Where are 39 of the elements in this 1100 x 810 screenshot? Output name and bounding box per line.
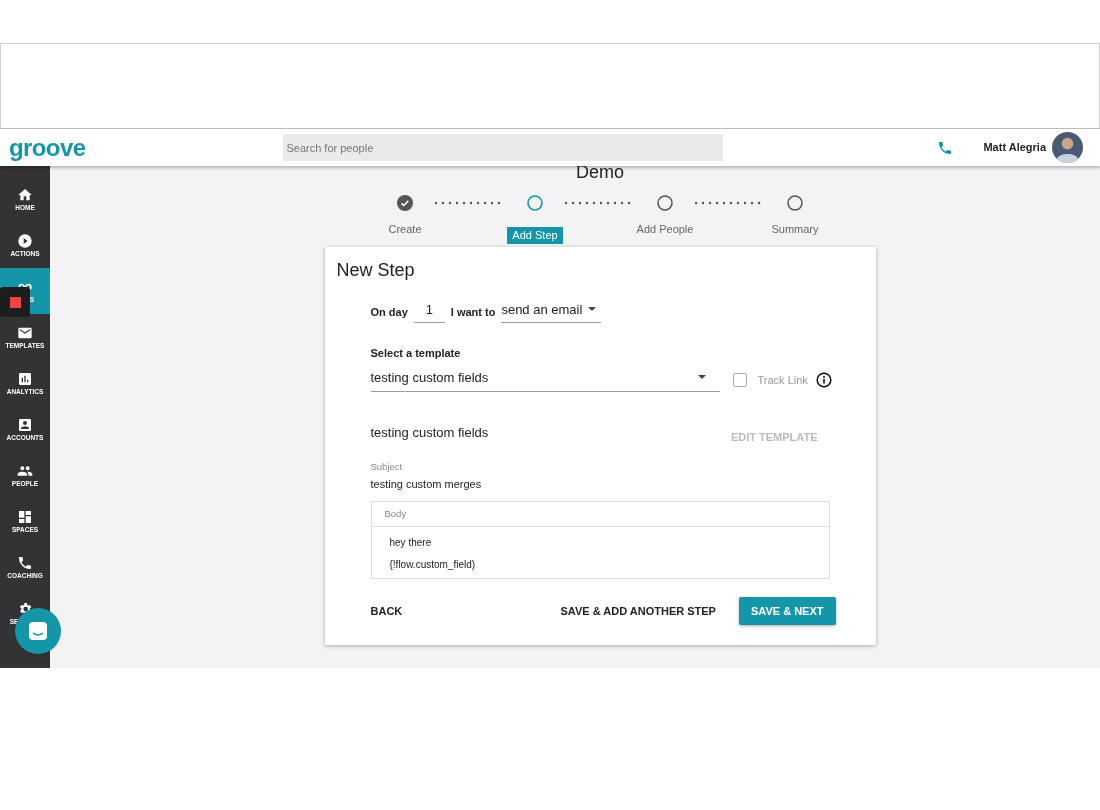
card-title: New Step <box>336 261 416 279</box>
info-icon[interactable] <box>815 371 832 388</box>
contact-card-icon <box>17 416 33 433</box>
subject-label: Subject <box>370 459 404 474</box>
subject-text: testing custom merges <box>370 476 483 492</box>
phone-icon <box>17 554 33 571</box>
user-name[interactable]: Matt Alegria <box>983 139 1046 156</box>
caret-icon <box>588 307 597 312</box>
track-link-label: Track Link <box>757 372 808 388</box>
template-name: testing custom fields <box>370 423 489 442</box>
screen-recording-toast[interactable] <box>0 287 30 317</box>
page-title: Demo <box>576 163 624 181</box>
day-label: On day <box>370 304 408 320</box>
home-icon <box>17 186 33 203</box>
chat-icon <box>27 620 49 642</box>
day-field[interactable]: 1 <box>413 299 445 323</box>
step-label: Add People <box>636 222 694 237</box>
caret-icon <box>697 375 706 380</box>
body-text-line: hey there <box>389 535 433 550</box>
template-label: Select a template <box>370 346 462 361</box>
action-label: I want to <box>450 304 496 320</box>
body-label: Body <box>371 502 829 528</box>
search-field[interactable]: Search for people <box>283 134 724 161</box>
back-button[interactable]: BACK <box>356 597 417 626</box>
save-add-button[interactable]: SAVE & ADD ANOTHER STEP <box>546 597 730 626</box>
template-dropdown[interactable]: testing custom fields <box>370 367 720 392</box>
avatar[interactable] <box>1052 132 1083 163</box>
step-label: Summary <box>771 222 819 237</box>
step-label: Add Step <box>507 227 563 244</box>
step-label: Create <box>388 222 422 237</box>
bar-chart-icon <box>17 370 33 387</box>
phone-icon[interactable] <box>937 139 954 156</box>
body-text-line: {!flow.custom_field) <box>389 557 477 572</box>
groove-logo: groove <box>9 132 86 163</box>
play-icon <box>17 232 33 249</box>
track-link-checkbox[interactable] <box>732 372 747 387</box>
grid-icon <box>17 508 33 525</box>
save-next-button[interactable]: SAVE & NEXT <box>738 597 836 626</box>
action-dropdown[interactable]: send an email <box>501 299 602 323</box>
